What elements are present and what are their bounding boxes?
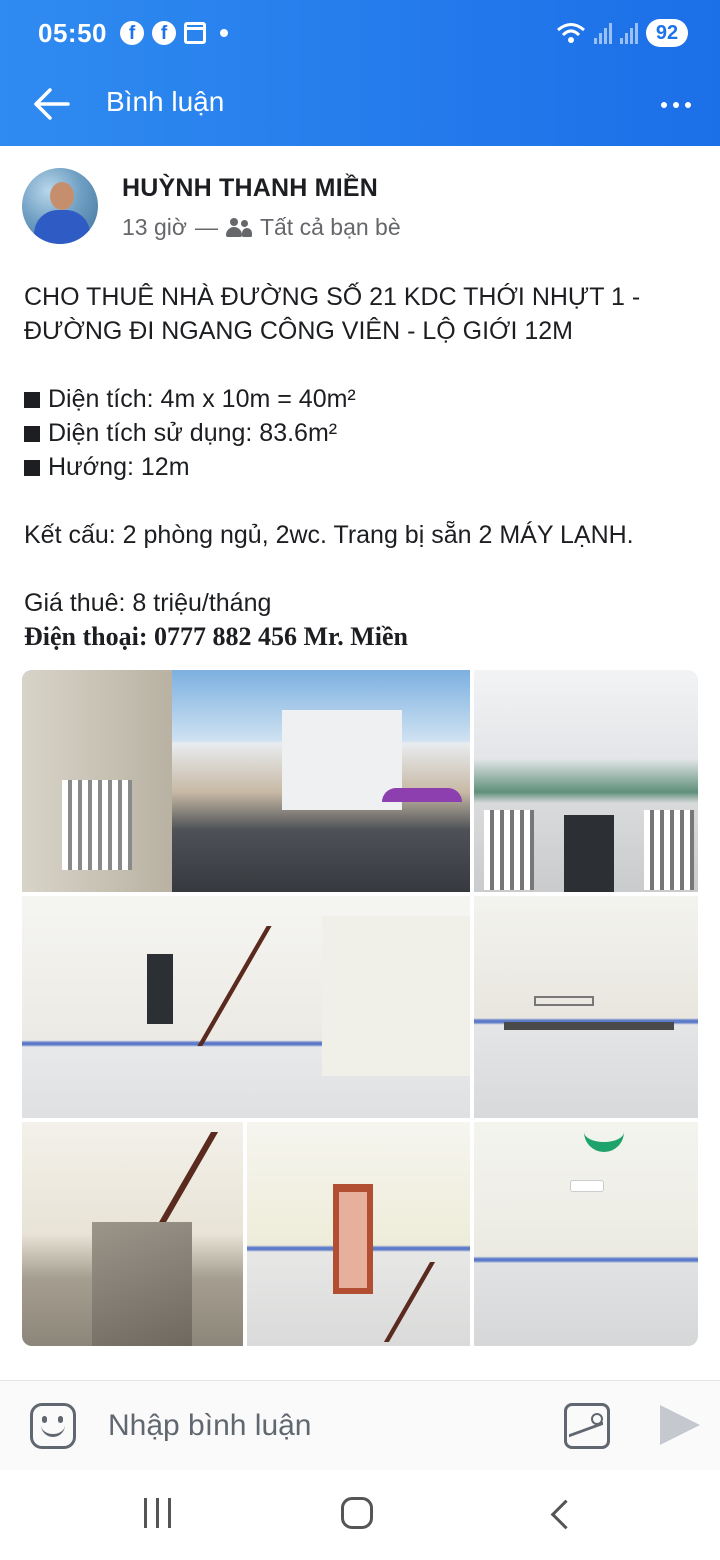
post-headline: CHO THUÊ NHÀ ĐƯỜNG SỐ 21 KDC THỚI NHỰT 1… <box>24 283 641 311</box>
app-bar: Bình luận <box>0 68 720 146</box>
signal-icon <box>620 22 638 44</box>
post-text: CHO THUÊ NHÀ ĐƯỜNG SỐ 21 KDC THỚI NHỰT 1… <box>24 280 700 654</box>
signal-icon <box>594 22 612 44</box>
post-headline: ĐƯỜNG ĐI NGANG CÔNG VIÊN - LỘ GIỚI 12M <box>24 317 574 345</box>
price-line: Giá thuê: 8 triệu/tháng <box>24 589 272 617</box>
photo-grid <box>22 670 698 1346</box>
more-options-icon[interactable] <box>656 90 696 120</box>
square-bullet-icon <box>24 392 40 408</box>
back-arrow-icon[interactable] <box>30 84 74 124</box>
photo-street[interactable] <box>22 670 470 892</box>
status-time: 05:50 <box>38 18 107 48</box>
square-bullet-icon <box>24 426 40 442</box>
bullet-line: Hướng: 12m <box>24 450 700 484</box>
author-avatar[interactable] <box>22 168 98 244</box>
bullet-line: Diện tích: 4m x 10m = 40m² <box>24 382 700 416</box>
photo-house-front[interactable] <box>474 670 698 892</box>
photo-kitchen[interactable] <box>474 896 698 1118</box>
page-title: Bình luận <box>106 86 225 117</box>
status-bar: 05:50 f f 92 <box>0 0 720 68</box>
navigation-bar <box>0 1470 720 1560</box>
send-icon[interactable] <box>656 1403 700 1449</box>
facebook-icon: f <box>120 21 144 45</box>
photo-hallway[interactable] <box>247 1122 470 1346</box>
photo-icon[interactable] <box>564 1403 610 1449</box>
system-icons: 92 <box>556 19 688 47</box>
meta-separator: — <box>194 214 218 240</box>
facebook-icon: f <box>152 21 176 45</box>
notification-icons: f f <box>120 21 228 45</box>
comment-bar <box>0 1380 720 1470</box>
wifi-icon <box>557 23 585 43</box>
author-name[interactable]: HUỲNH THANH MIỀN <box>122 174 378 203</box>
back-icon[interactable] <box>546 1498 576 1530</box>
structure-line: Kết cấu: 2 phòng ngủ, 2wc. Trang bị sẵn … <box>24 521 634 549</box>
friends-icon <box>225 217 252 238</box>
post-audience: Tất cả bạn bè <box>259 214 401 240</box>
battery-indicator: 92 <box>646 19 688 47</box>
bullet-line: Diện tích sử dụng: 83.6m² <box>24 416 700 450</box>
home-icon[interactable] <box>341 1497 373 1529</box>
calendar-icon <box>184 22 206 44</box>
top-header: 05:50 f f 92 Bình luận <box>0 0 720 146</box>
photo-living-room[interactable] <box>22 896 470 1118</box>
emoji-icon[interactable] <box>30 1403 76 1449</box>
square-bullet-icon <box>24 460 40 476</box>
post-meta: 13 giờ — Tất cả bạn bè <box>122 214 401 241</box>
photo-staircase[interactable] <box>22 1122 243 1346</box>
photo-bedroom[interactable] <box>474 1122 698 1346</box>
comment-input[interactable] <box>108 1403 538 1449</box>
post: HUỲNH THANH MIỀN 13 giờ — Tất cả bạn bè … <box>0 146 720 1380</box>
dot-icon <box>220 29 228 37</box>
post-time[interactable]: 13 giờ <box>122 214 187 241</box>
phone-line: Điện thoại: 0777 882 456 Mr. Miền <box>24 622 408 651</box>
recents-icon[interactable] <box>140 1498 174 1530</box>
